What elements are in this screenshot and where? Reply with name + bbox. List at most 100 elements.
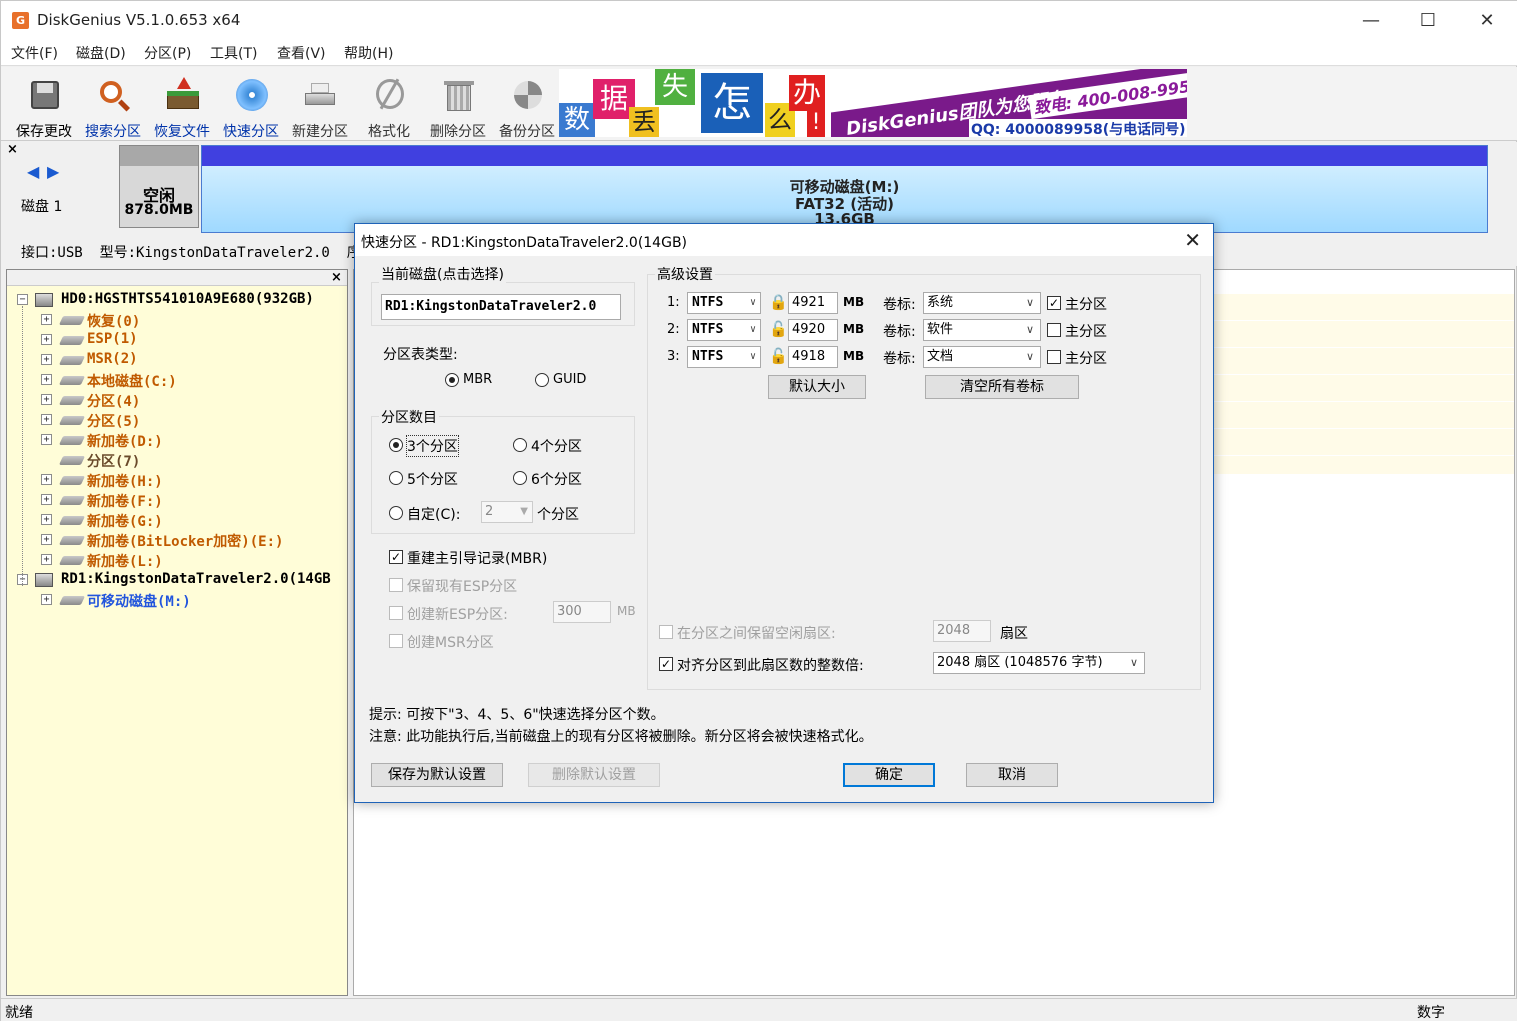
ad-banner[interactable]: 数 据 丢 失 怎 么 办 ! DiskGenius团队为您服务! 致电: 40… [559,69,1187,137]
size-input[interactable]: 4918 [788,346,838,368]
maximize-icon[interactable]: ☐ [1405,7,1451,35]
fs-select[interactable]: NTFS ∨ [687,319,761,341]
guid-label[interactable]: GUID [553,372,586,387]
volume-label-select[interactable]: 软件 ∨ [923,319,1041,341]
align-checkbox[interactable]: ✓ [659,657,673,671]
default-size-button[interactable]: 默认大小 [768,375,866,399]
count-5-radio[interactable] [389,471,403,485]
unlock-icon[interactable]: 🔓 [769,347,788,365]
volume-label-select[interactable]: 文档 ∨ [923,346,1041,368]
mbr-label[interactable]: MBR [463,372,492,387]
volume-label-select[interactable]: 系统 ∨ [923,292,1041,314]
dialog-close-icon[interactable]: ✕ [1184,228,1201,252]
expand-icon[interactable]: + [41,554,52,565]
next-disk-icon[interactable]: ▶ [47,162,59,181]
custom-count-label[interactable]: 自定(C): [407,504,460,524]
search-partition-button[interactable]: 搜索分区 [80,73,146,140]
count-4-radio[interactable] [513,438,527,452]
menu-tools[interactable]: 工具(T) [210,43,257,63]
expand-icon[interactable]: + [41,514,52,525]
count-6-label[interactable]: 6个分区 [531,469,582,489]
count-5-label[interactable]: 5个分区 [407,469,458,489]
diskmap-close-icon[interactable]: × [7,142,18,157]
expand-icon[interactable]: + [41,434,52,445]
size-input[interactable]: 4920 [788,319,838,341]
mbr-radio[interactable] [445,373,459,387]
expand-icon[interactable]: + [41,374,52,385]
recover-files-button[interactable]: 恢复文件 [149,73,215,140]
delete-default-button[interactable]: 删除默认设置 [528,763,660,787]
tree-node-label: 新加卷(G:) [87,514,163,530]
unlock-icon[interactable]: 🔓 [769,320,788,338]
new-partition-button[interactable]: 新建分区 [287,73,353,140]
backup-partition-button[interactable]: 备份分区 [494,73,560,140]
ok-button[interactable]: 确定 [843,763,935,787]
align-label[interactable]: 对齐分区到此扇区数的整数倍: [677,655,864,675]
size-input[interactable]: 4921 [788,292,838,314]
guid-radio[interactable] [535,373,549,387]
prev-disk-icon[interactable]: ◀ [27,162,39,181]
cancel-button[interactable]: 取消 [966,763,1058,787]
primary-label[interactable]: 主分区 [1065,294,1107,314]
minimize-icon[interactable]: — [1348,7,1394,35]
count-3-label[interactable]: 3个分区 [406,435,459,457]
menu-partition[interactable]: 分区(P) [144,43,191,63]
new-esp-label[interactable]: 创建新ESP分区: [407,604,508,624]
primary-checkbox[interactable] [1047,350,1061,364]
format-button[interactable]: 格式化 [356,73,422,140]
expand-icon[interactable]: + [41,474,52,485]
new-esp-checkbox[interactable] [389,606,403,620]
tree-node-label: HD0:HGSTHTS541010A9E680(932GB) [61,291,314,307]
primary-checkbox[interactable]: ✓ [1047,296,1061,310]
count-6-radio[interactable] [513,471,527,485]
custom-count-unit: 个分区 [537,507,579,523]
fs-select[interactable]: NTFS ∨ [687,292,761,314]
chevron-down-icon: ∨ [749,351,756,362]
primary-checkbox[interactable] [1047,323,1061,337]
quick-partition-button[interactable]: 快速分区 [218,73,284,140]
custom-count-radio[interactable] [389,506,403,520]
expand-icon[interactable]: + [41,534,52,545]
partition-block-m[interactable]: 可移动磁盘(M:) FAT32 (活动) 13.6GB [201,145,1488,233]
expand-icon[interactable]: + [41,414,52,425]
menu-disk[interactable]: 磁盘(D) [76,43,126,63]
custom-count-select[interactable]: 2 ▼ [481,501,533,523]
keep-esp-label[interactable]: 保留现有ESP分区 [407,576,517,596]
current-disk-field[interactable]: RD1:KingstonDataTraveler2.0 [381,294,621,320]
esp-size-input[interactable]: 300 [553,601,611,623]
rebuild-mbr-checkbox[interactable]: ✓ [389,550,403,564]
free-space-block[interactable]: 空闲 878.0MB [119,145,199,228]
expand-icon[interactable]: + [41,594,52,605]
partition-drive-icon [58,356,86,365]
msr-checkbox[interactable] [389,634,403,648]
menu-file[interactable]: 文件(F) [11,43,58,63]
count-4-label[interactable]: 4个分区 [531,436,582,456]
expand-icon[interactable]: + [41,334,52,345]
expand-icon[interactable]: + [41,494,52,505]
msr-label[interactable]: 创建MSR分区 [407,632,494,652]
collapse-icon[interactable]: − [17,294,28,305]
count-3-radio[interactable] [389,438,403,452]
lock-icon[interactable]: 🔒 [769,293,788,311]
align-select[interactable]: 2048 扇区 (1048576 字节) ∨ [933,652,1145,674]
fs-select[interactable]: NTFS ∨ [687,346,761,368]
tree-close-icon[interactable]: × [331,270,342,285]
delete-partition-button[interactable]: 删除分区 [425,73,491,140]
reserve-sectors-input[interactable]: 2048 [933,620,991,642]
menu-help[interactable]: 帮助(H) [344,43,393,63]
primary-label[interactable]: 主分区 [1065,348,1107,368]
expand-icon[interactable]: + [41,354,52,365]
keep-esp-checkbox[interactable] [389,578,403,592]
reserve-sectors-checkbox[interactable] [659,625,673,639]
reserve-sectors-label[interactable]: 在分区之间保留空闲扇区: [677,623,836,643]
rebuild-mbr-label[interactable]: 重建主引导记录(MBR) [407,548,547,568]
close-icon[interactable]: ✕ [1464,7,1510,35]
save-changes-button[interactable]: 保存更改 [11,73,77,140]
clear-labels-button[interactable]: 清空所有卷标 [925,375,1079,399]
primary-label[interactable]: 主分区 [1065,321,1107,341]
partition-drive-icon [58,376,86,385]
expand-icon[interactable]: + [41,314,52,325]
expand-icon[interactable]: + [41,394,52,405]
menu-view[interactable]: 查看(V) [277,43,326,63]
save-default-button[interactable]: 保存为默认设置 [371,763,503,787]
